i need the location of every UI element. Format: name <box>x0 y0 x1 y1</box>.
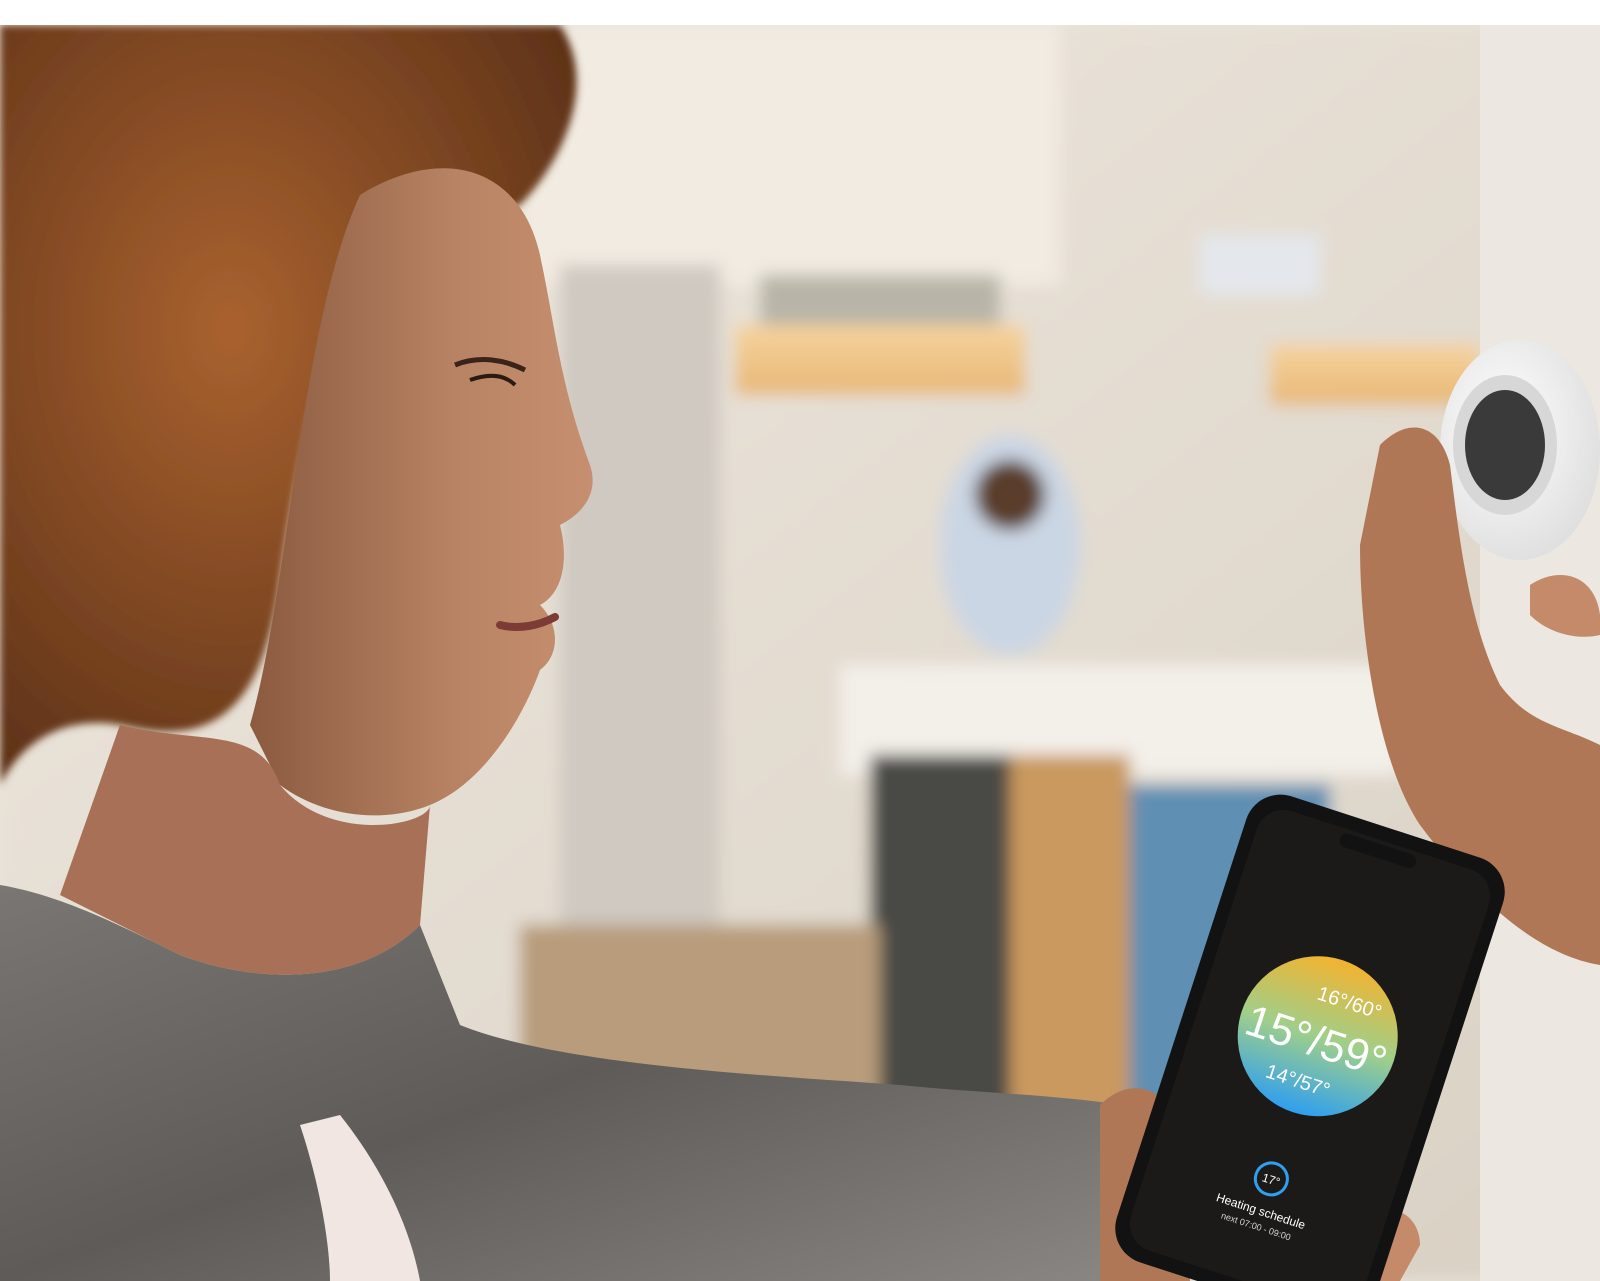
photo-illustration: 16°/60° 15°/59° 14°/57° 17° Heating sche… <box>0 25 1600 1281</box>
wall-edge <box>1480 25 1600 1281</box>
thermostat <box>1440 340 1600 560</box>
top-margin <box>0 0 1600 25</box>
scene: 16°/60° 15°/59° 14°/57° 17° Heating sche… <box>0 0 1600 1281</box>
photo: 16°/60° 15°/59° 14°/57° 17° Heating sche… <box>0 25 1600 1281</box>
